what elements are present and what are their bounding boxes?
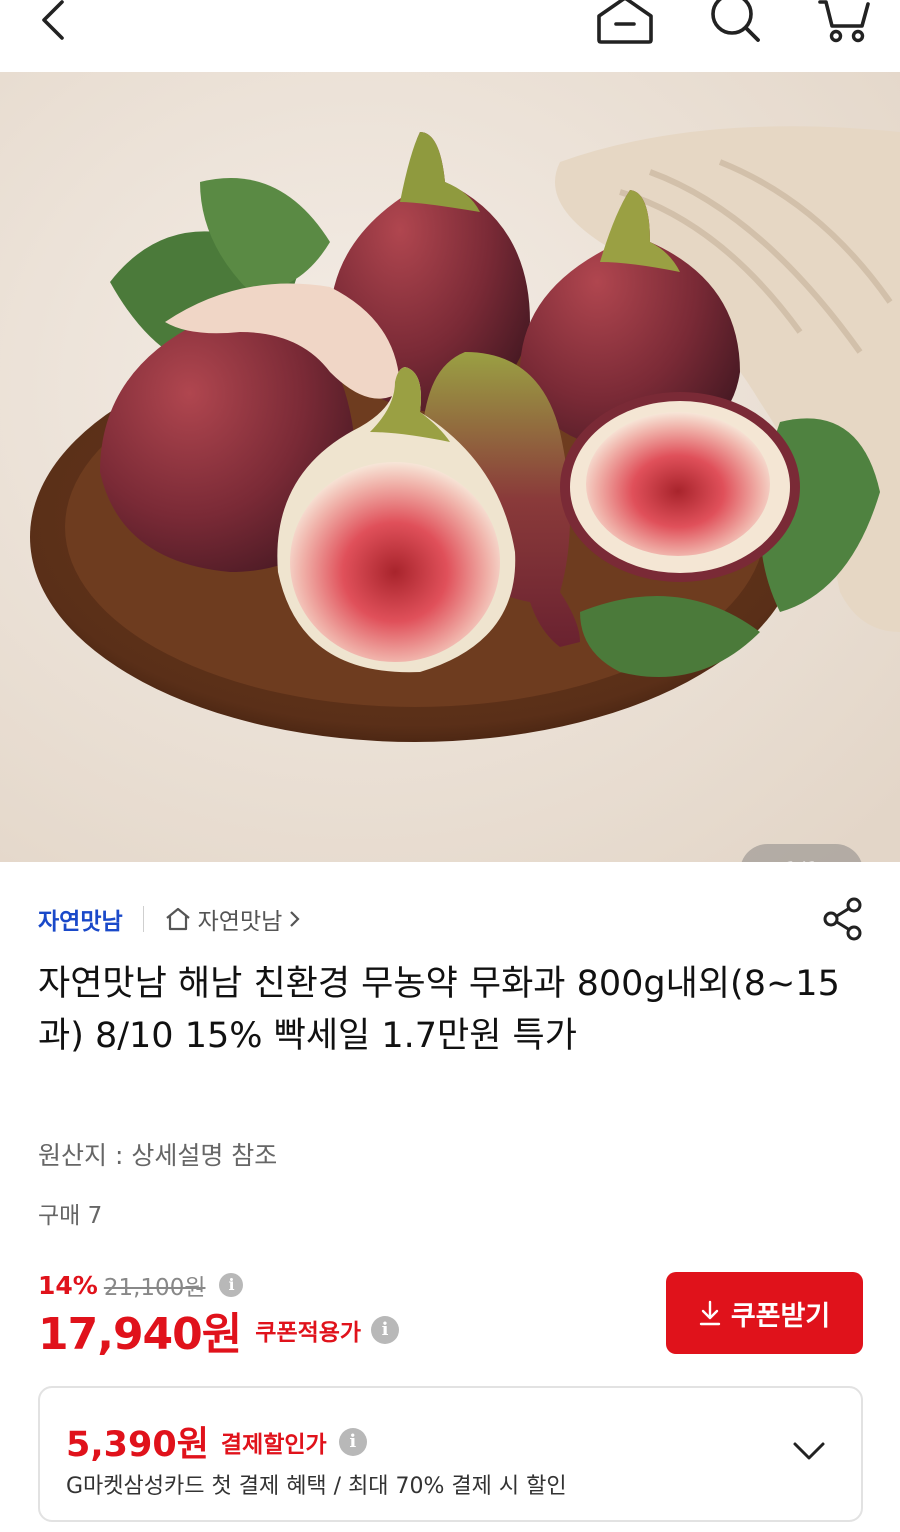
card-discount-label: 결제할인가 — [220, 1431, 327, 1458]
cart-icon — [818, 0, 870, 43]
seller-brand-link[interactable]: 자연맛남 — [38, 902, 123, 936]
coupon-download-button[interactable]: 쿠폰받기 — [666, 1272, 863, 1354]
purchase-count: 구매 7 — [38, 1203, 103, 1229]
product-image — [0, 72, 900, 862]
search-button[interactable] — [706, 0, 766, 46]
top-nav-bar — [0, 0, 900, 72]
chevron-left-icon — [42, 0, 64, 40]
seller-row: 자연맛남 자연맛남 — [38, 900, 301, 938]
download-arrow-icon — [699, 1300, 721, 1326]
store-link-label: 자연맛남 — [197, 909, 283, 935]
chevron-down-icon[interactable] — [792, 1440, 826, 1462]
seller-divider — [142, 906, 144, 932]
info-circle-icon[interactable]: i — [371, 1316, 400, 1344]
image-counter: 1/1 — [740, 844, 863, 862]
original-price: 21,100원 — [103, 1275, 206, 1301]
home-button[interactable] — [592, 0, 658, 46]
product-title: 자연맛남 해남 친환경 무농약 무화과 800g내외(8~15과) 8/10 1… — [38, 964, 840, 1056]
card-price-row: 5,390원 결제할인가 i — [66, 1416, 367, 1467]
cart-button[interactable] — [816, 0, 872, 46]
info-circle-icon[interactable]: i — [338, 1427, 367, 1456]
home-outline-icon — [165, 907, 190, 931]
sale-price-label: 쿠폰적용가 — [255, 1320, 362, 1346]
chevron-right-icon — [290, 911, 300, 927]
share-button[interactable] — [822, 896, 864, 942]
origin-text: 원산지 : 상세설명 참조 — [38, 1141, 278, 1170]
share-icon — [823, 897, 862, 941]
sale-price: 17,940원 — [38, 1309, 242, 1360]
home-icon — [597, 0, 653, 44]
store-home-link[interactable]: 자연맛남 — [164, 902, 302, 936]
back-button[interactable] — [32, 0, 78, 46]
sale-price-row: 17,940원 쿠폰적용가 i — [38, 1298, 400, 1362]
discount-rate: 14% — [38, 1270, 98, 1300]
search-icon — [711, 0, 760, 42]
card-discount-box[interactable]: 5,390원 결제할인가 i G마켓삼성카드 첫 결제 혜택 / 최대 70% … — [38, 1386, 863, 1522]
card-offer-description: G마켓삼성카드 첫 결제 혜택 / 최대 70% 결제 시 할인 — [66, 1474, 567, 1499]
info-circle-icon[interactable]: i — [219, 1273, 244, 1297]
card-discount-price: 5,390원 — [66, 1425, 209, 1465]
product-image-carousel[interactable]: 1/1 — [0, 72, 900, 862]
coupon-button-label: 쿠폰받기 — [730, 1300, 831, 1332]
